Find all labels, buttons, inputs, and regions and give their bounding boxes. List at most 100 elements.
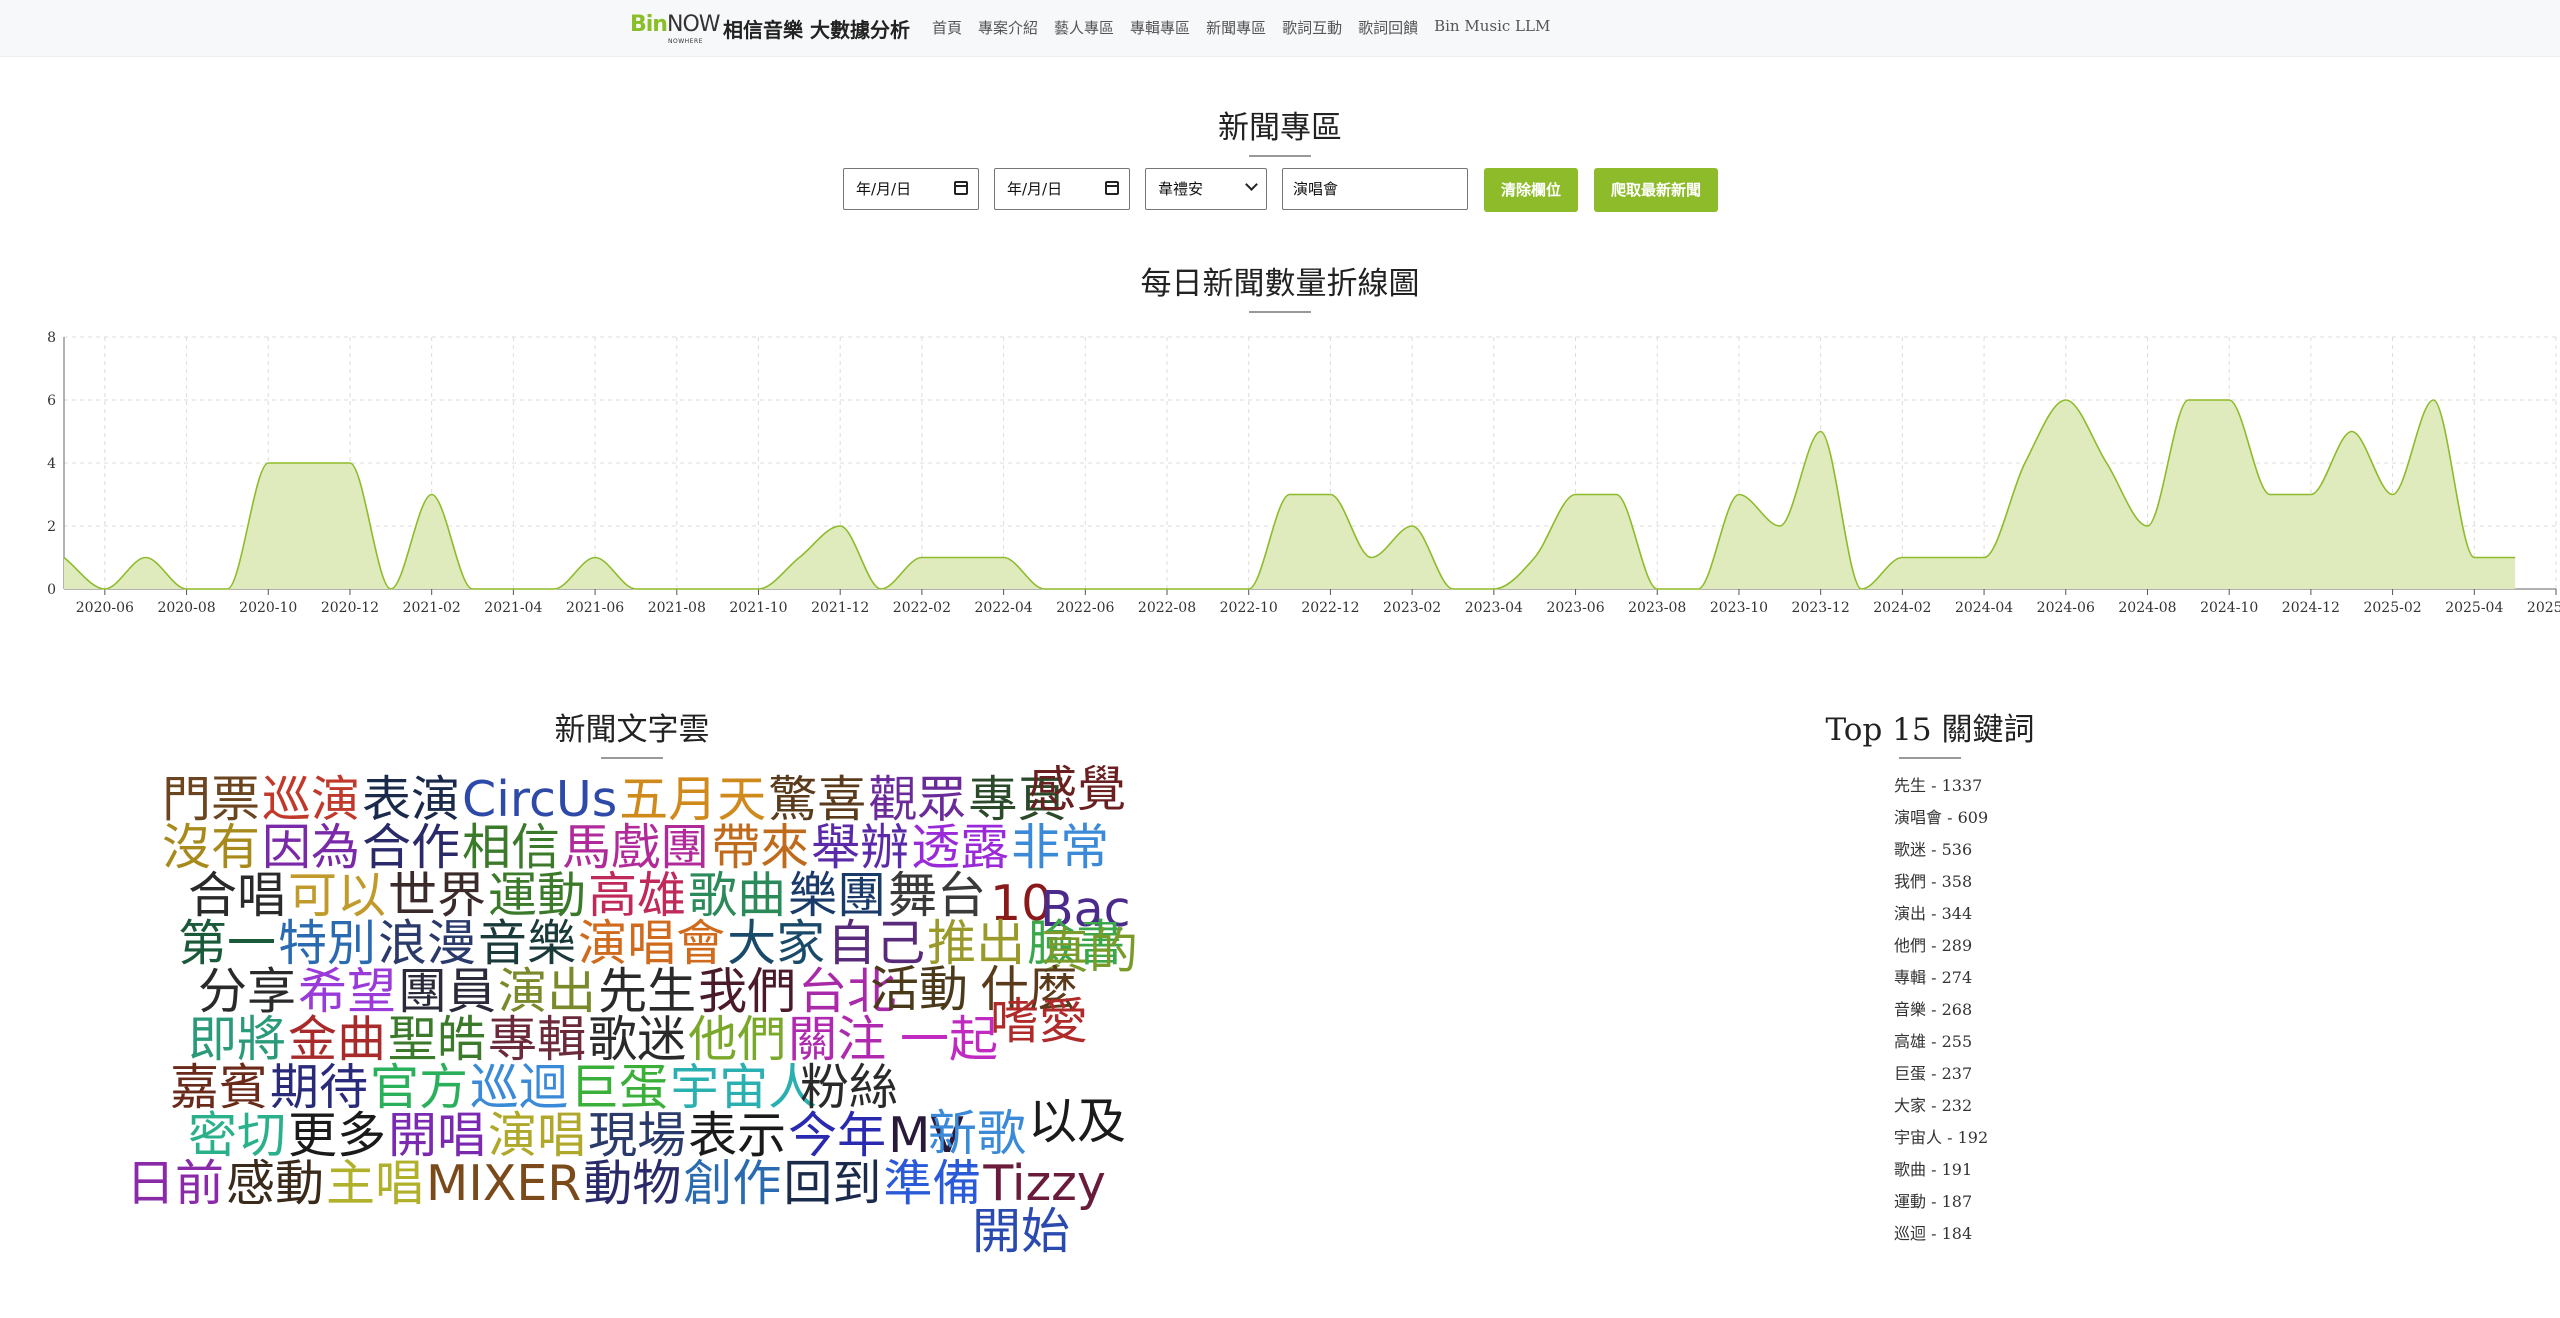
word-cloud-word: 準備 [883,1155,982,1212]
word-cloud-word: 嘉賓 [170,1059,269,1116]
nav-link-artists[interactable]: 藝人專區 [1054,17,1114,38]
keyword-list: 先生 - 1337 演唱會 - 609 歌迷 - 536 我們 - 358 演出… [1894,770,1988,1250]
word-cloud-word: 金曲 [288,1011,387,1068]
fetch-news-button[interactable]: 爬取最新新聞 [1594,168,1718,212]
x-tick-label: 2020-10 [239,600,297,616]
x-tick-label: 2021-10 [729,600,787,616]
keyword-item: 他們 - 289 [1894,936,1973,955]
keyword-input[interactable]: 演唱會 [1282,168,1468,210]
word-cloud-word: 關注 [788,1011,887,1068]
nav-link-project[interactable]: 專案介紹 [978,17,1038,38]
logo[interactable]: BinNOW NOWHERE [630,10,721,48]
word-cloud-word: 五月天 [619,771,767,828]
start-date-input[interactable]: 年/月/日 [843,168,979,210]
keyword-item: 宇宙人 - 192 [1894,1128,1989,1147]
word-cloud-word: 日前 [126,1155,225,1212]
x-tick-label: 2023-02 [1383,600,1441,616]
x-tick-label: 2023-08 [1628,600,1686,616]
end-date-value: 年/月/日 [1007,180,1063,198]
nav-link-llm[interactable]: Bin Music LLM [1434,17,1550,38]
word-cloud-word: 驚喜 [768,771,867,828]
word-cloud-word: 歌曲 [688,867,787,924]
word-cloud-word: CircUs [462,771,618,828]
y-tick-label: 2 [47,519,56,535]
calendar-icon[interactable] [1105,181,1119,195]
logo-now-text: NOW [666,12,721,37]
x-tick-label: 2020-12 [321,600,379,616]
x-tick-label: 2024-06 [2037,600,2095,616]
title-underline [1249,311,1311,313]
word-cloud-word: 活動 [870,961,969,1018]
x-tick-label: 2025-04 [2445,600,2503,616]
site-title[interactable]: 相信音樂 大數據分析 [723,14,910,43]
word-cloud-word: 新歌 [928,1105,1027,1162]
x-tick-label: 2024-08 [2118,600,2176,616]
artist-select-value: 韋禮安 [1158,180,1204,198]
x-tick-label: 2023-04 [1465,600,1523,616]
x-tick-label: 2025-06 [2527,600,2560,616]
word-cloud-word: 沒有 [162,819,261,876]
word-cloud-word: 我們 [698,963,797,1020]
word-cloud-word: 相信 [462,819,561,876]
word-cloud-word: 期待 [270,1059,369,1116]
word-cloud-word: 特別 [278,915,377,972]
x-tick-label: 2022-02 [893,600,951,616]
cloud-title-block: 新聞文字雲 [532,704,732,759]
cloud-title: 新聞文字雲 [554,712,710,748]
word-cloud-word: 嗜愛 [990,993,1089,1050]
x-tick-label: 2021-02 [403,600,461,616]
nav-link-albums[interactable]: 專輯專區 [1130,17,1190,38]
keyword-item: 高雄 - 255 [1894,1032,1973,1051]
word-cloud-word: 聖皓 [388,1011,487,1068]
word-cloud-word: 表演 [362,771,461,828]
word-cloud-word: Tizzy [983,1155,1106,1212]
word-cloud-word: 創作 [683,1155,782,1212]
logo-bin-text: Bin [630,12,668,37]
y-tick-label: 6 [47,393,56,409]
word-cloud-word: 舉辦 [811,819,910,876]
word-cloud-word: 他們 [688,1011,787,1068]
word-cloud-word: 演出 [498,963,597,1020]
x-tick-label: 2023-12 [1792,600,1850,616]
word-cloud-word: 透露 [911,819,1010,876]
clear-fields-button[interactable]: 清除欄位 [1484,168,1578,212]
x-tick-label: 2024-02 [1873,600,1931,616]
nav-link-news[interactable]: 新聞專區 [1206,17,1266,38]
title-underline [1899,757,1961,759]
nav-link-lyrics-feedback[interactable]: 歌詞回饋 [1358,17,1418,38]
x-tick-label: 2022-12 [1301,600,1359,616]
end-date-input[interactable]: 年/月/日 [994,168,1130,210]
word-cloud-word: 高雄 [588,867,687,924]
nav-link-home[interactable]: 首頁 [932,17,962,38]
x-tick-label: 2024-10 [2200,600,2258,616]
word-cloud-word: 更多 [288,1107,387,1164]
nav-link-lyrics-interaction[interactable]: 歌詞互動 [1282,17,1342,38]
word-cloud-word: 先生 [598,963,697,1020]
x-tick-label: 2022-06 [1056,600,1114,616]
x-tick-label: 2020-08 [157,600,215,616]
keyword-item: 運動 - 187 [1894,1192,1973,1211]
word-cloud-word: 運動 [488,867,587,924]
word-cloud-word: 演唱 [488,1107,587,1164]
word-cloud-word: 浪漫 [378,915,477,972]
word-cloud-word: 開唱 [388,1107,487,1164]
x-tick-label: 2023-10 [1710,600,1768,616]
word-cloud-word: 粉絲 [800,1059,899,1116]
word-cloud-word: 世界 [388,867,487,924]
calendar-icon[interactable] [954,181,968,195]
title-underline [1249,155,1311,157]
word-cloud-word: 非常 [1011,819,1110,876]
word-cloud-word: 希望 [298,963,397,1020]
keyword-item: 歌曲 - 191 [1894,1160,1973,1179]
word-cloud-word: 即將 [188,1011,287,1068]
title-underline [601,757,663,759]
word-cloud-word: 感動 [226,1155,325,1212]
word-cloud-word: 以及 [1028,1093,1127,1150]
y-tick-label: 8 [47,330,56,346]
page-title-block: 新聞專區 [1180,102,1380,157]
word-cloud: 門票 巡演 表演 CircUs 五月天 驚喜 觀眾 專頁 沒有 因為 合作 相信 馬戲團 帶來 舉辦 透露 非常… [120,765,1150,1275]
nav-links: 首頁 專案介紹 藝人專區 專輯專區 新聞專區 歌詞互動 歌詞回饋 Bin Mus… [932,17,1550,38]
daily-news-chart: 0 2 4 6 8 2020-06 2020-08 2020-10 2020-12 2021-02… [47,330,2560,616]
artist-select[interactable]: 韋禮安 [1145,168,1267,210]
chart-title: 每日新聞數量折線圖 [1140,266,1420,302]
